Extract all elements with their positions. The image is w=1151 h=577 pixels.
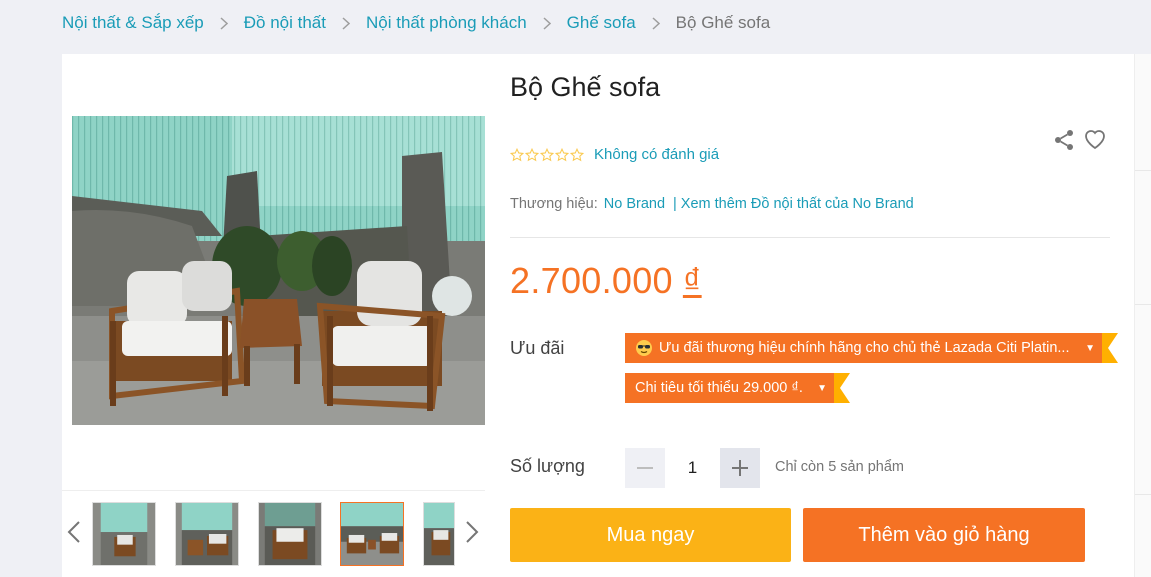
gallery-thumb[interactable] bbox=[92, 502, 156, 566]
chevron-right-icon bbox=[342, 16, 350, 30]
breadcrumb-item-sofa[interactable]: Ghế sofa bbox=[567, 13, 636, 33]
gallery-divider bbox=[62, 490, 485, 491]
chevron-right-icon bbox=[220, 16, 228, 30]
stock-remaining: Chỉ còn 5 sản phẩm bbox=[775, 459, 904, 475]
price-value: 2.700.000 bbox=[510, 260, 673, 301]
brand-divider: | bbox=[673, 196, 677, 212]
star-outline-icon bbox=[510, 147, 524, 161]
quantity-increase-button[interactable] bbox=[720, 448, 760, 488]
chevron-left-icon bbox=[67, 521, 80, 543]
breadcrumb-item-furniture-storage[interactable]: Nội thất & Sắp xếp bbox=[62, 13, 204, 33]
voucher-brand-citi[interactable]: Ưu đãi thương hiệu chính hãng cho chủ th… bbox=[625, 333, 1118, 363]
gallery-thumb[interactable] bbox=[423, 502, 455, 566]
voucher-min-spend[interactable]: Chi tiêu tối thiểu 29.000 ₫. ▼ bbox=[625, 373, 850, 403]
chevron-right-icon bbox=[652, 16, 660, 30]
plus-icon bbox=[732, 460, 748, 476]
rating-row: Không có đánh giá bbox=[510, 146, 719, 163]
voucher-tail bbox=[834, 373, 850, 403]
chevron-right-icon bbox=[543, 16, 551, 30]
caret-down-icon: ▼ bbox=[1085, 342, 1095, 354]
star-outline-icon bbox=[540, 147, 554, 161]
star-outline-icon bbox=[570, 147, 584, 161]
product-title: Bộ Ghế sofa bbox=[510, 72, 661, 102]
quantity-input[interactable] bbox=[670, 452, 715, 484]
brand-label: Thương hiệu: bbox=[510, 196, 598, 212]
rating-link[interactable]: Không có đánh giá bbox=[594, 146, 719, 163]
info-divider bbox=[510, 237, 1110, 238]
caret-down-icon: ▼ bbox=[817, 382, 827, 394]
price-currency: ₫ bbox=[682, 260, 702, 301]
breadcrumb-item-living-room[interactable]: Nội thất phòng khách bbox=[366, 13, 527, 33]
chevron-right-icon bbox=[466, 521, 479, 543]
gallery-prev-button[interactable] bbox=[67, 520, 81, 544]
gallery-next-button[interactable] bbox=[465, 520, 479, 544]
product-main-image[interactable] bbox=[72, 116, 485, 425]
quantity-decrease-button[interactable] bbox=[625, 448, 665, 488]
star-outline-icon bbox=[555, 147, 569, 161]
add-to-cart-button[interactable]: Thêm vào giỏ hàng bbox=[803, 508, 1085, 562]
heart-icon[interactable] bbox=[1083, 128, 1107, 150]
voucher-tail bbox=[1102, 333, 1118, 363]
star-rating bbox=[510, 147, 584, 162]
sunglasses-emoji-icon bbox=[635, 339, 653, 357]
buy-now-button[interactable]: Mua ngay bbox=[510, 508, 791, 562]
brand-more-link[interactable]: Xem thêm Đồ nội thất của No Brand bbox=[681, 196, 914, 212]
breadcrumb-item-furniture[interactable]: Đồ nội thất bbox=[244, 13, 326, 33]
voucher-text: Ưu đãi thương hiệu chính hãng cho chủ th… bbox=[659, 340, 1070, 356]
minus-icon bbox=[637, 467, 653, 469]
promotion-label: Ưu đãi bbox=[510, 338, 565, 358]
gallery-thumb[interactable] bbox=[258, 502, 322, 566]
voucher-text: Chi tiêu tối thiểu 29.000 ₫. bbox=[635, 380, 803, 396]
breadcrumb: Nội thất & Sắp xếp Đồ nội thất Nội thất … bbox=[62, 12, 770, 34]
brand-row: Thương hiệu: No Brand | Xem thêm Đồ nội … bbox=[510, 196, 914, 212]
star-outline-icon bbox=[525, 147, 539, 161]
gallery-thumb-active[interactable] bbox=[340, 502, 404, 566]
breadcrumb-current: Bộ Ghế sofa bbox=[675, 13, 771, 32]
share-icon[interactable] bbox=[1052, 128, 1076, 152]
product-price: 2.700.000 ₫ bbox=[510, 260, 702, 302]
brand-link[interactable]: No Brand bbox=[604, 196, 665, 212]
side-panel bbox=[1134, 54, 1151, 577]
gallery-thumb[interactable] bbox=[175, 502, 239, 566]
quantity-label: Số lượng bbox=[510, 456, 585, 476]
